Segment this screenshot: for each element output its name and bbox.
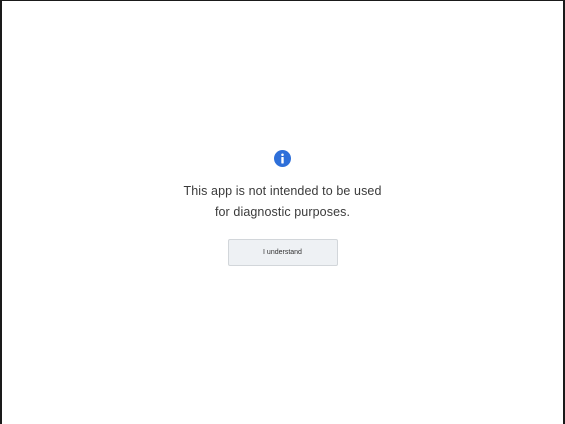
info-icon [274, 150, 291, 167]
disclaimer-message-line-1: This app is not intended to be used [183, 184, 382, 198]
app-window: This app is not intended to be used for … [0, 0, 565, 424]
disclaimer-message: This app is not intended to be used for … [183, 181, 381, 223]
disclaimer-message-line-2: for diagnostic purposes. [214, 205, 351, 219]
i-understand-button[interactable]: I understand [227, 239, 338, 266]
disclaimer-notice: This app is not intended to be used for … [2, 150, 563, 266]
